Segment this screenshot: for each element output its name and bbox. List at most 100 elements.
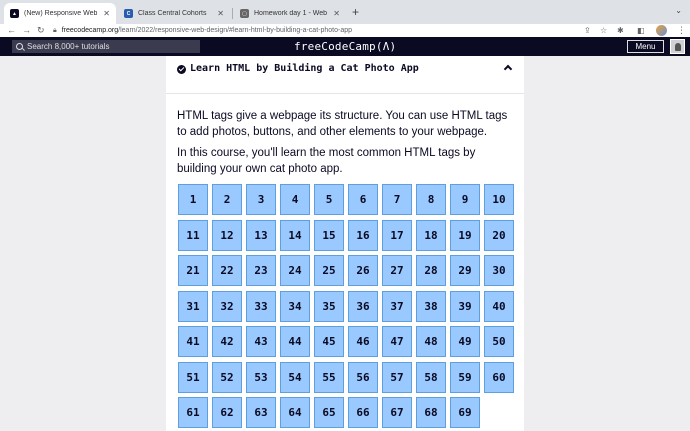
- step-18-button[interactable]: 18: [416, 219, 446, 251]
- step-42-button[interactable]: 42: [212, 326, 242, 357]
- step-17-button[interactable]: 17: [382, 219, 412, 251]
- fcc-logo[interactable]: freeCodeCamp(Ʌ): [294, 37, 396, 56]
- step-53-button[interactable]: 53: [246, 361, 276, 393]
- step-56-button[interactable]: 56: [348, 361, 378, 393]
- step-24-button[interactable]: 24: [280, 255, 310, 286]
- tab-close-icon[interactable]: ✕: [333, 9, 340, 18]
- step-19-button[interactable]: 19: [450, 219, 480, 251]
- step-34-button[interactable]: 34: [280, 290, 310, 322]
- browser-tab-class-central[interactable]: C Class Central Cohorts ✕: [118, 3, 230, 24]
- step-13-button[interactable]: 13: [246, 219, 276, 251]
- tab-search-chevron-icon[interactable]: ⌄: [675, 6, 682, 15]
- block-title: Learn HTML by Building a Cat Photo App: [190, 63, 419, 74]
- step-61-button[interactable]: 61: [178, 397, 208, 428]
- step-46-button[interactable]: 46: [348, 326, 378, 357]
- class-central-favicon-icon: C: [124, 9, 133, 18]
- step-16-button[interactable]: 16: [348, 219, 378, 251]
- step-51-button[interactable]: 51: [178, 361, 208, 393]
- step-50-button[interactable]: 50: [484, 326, 514, 357]
- step-31-button[interactable]: 31: [178, 290, 208, 322]
- tab-close-icon[interactable]: ✕: [217, 9, 224, 18]
- step-54-button[interactable]: 54: [280, 361, 310, 393]
- step-35-button[interactable]: 35: [314, 290, 344, 322]
- search-placeholder: Search 8,000+ tutorials: [27, 42, 110, 51]
- step-37-button[interactable]: 37: [382, 290, 412, 322]
- bookmark-star-icon[interactable]: ☆: [600, 24, 607, 37]
- share-icon[interactable]: ⇪: [584, 24, 591, 37]
- step-29-button[interactable]: 29: [450, 255, 480, 286]
- step-7-button[interactable]: 7: [382, 184, 412, 215]
- browser-tab-responsive-web-design[interactable]: ▲ (New) Responsive Web Design ✕: [4, 3, 116, 24]
- step-44-button[interactable]: 44: [280, 326, 310, 357]
- extensions-icon[interactable]: ✱: [617, 24, 624, 37]
- step-58-button[interactable]: 58: [416, 361, 446, 393]
- step-67-button[interactable]: 67: [382, 397, 412, 428]
- forward-arrow-icon[interactable]: →: [22, 24, 31, 37]
- step-48-button[interactable]: 48: [416, 326, 446, 357]
- step-12-button[interactable]: 12: [212, 219, 242, 251]
- page-content: Learn HTML by Building a Cat Photo App H…: [0, 56, 690, 431]
- tab-close-icon[interactable]: ✕: [103, 9, 110, 18]
- step-32-button[interactable]: 32: [212, 290, 242, 322]
- step-49-button[interactable]: 49: [450, 326, 480, 357]
- back-arrow-icon[interactable]: ←: [7, 24, 16, 37]
- step-33-button[interactable]: 33: [246, 290, 276, 322]
- step-11-button[interactable]: 11: [178, 219, 208, 251]
- step-23-button[interactable]: 23: [246, 255, 276, 286]
- step-65-button[interactable]: 65: [314, 397, 344, 428]
- step-21-button[interactable]: 21: [178, 255, 208, 286]
- step-4-button[interactable]: 4: [280, 184, 310, 215]
- step-62-button[interactable]: 62: [212, 397, 242, 428]
- block-header[interactable]: Learn HTML by Building a Cat Photo App: [166, 56, 524, 94]
- step-14-button[interactable]: 14: [280, 219, 310, 251]
- step-69-button[interactable]: 69: [450, 397, 480, 428]
- browser-tab-strip: ▲ (New) Responsive Web Design ✕ C Class …: [0, 0, 690, 24]
- step-57-button[interactable]: 57: [382, 361, 412, 393]
- user-avatar[interactable]: [670, 39, 685, 54]
- address-bar[interactable]: 🔒︎ freecodecamp.org/learn/2022/responsiv…: [53, 24, 352, 37]
- step-1-button[interactable]: 1: [178, 184, 208, 215]
- step-9-button[interactable]: 9: [450, 184, 480, 215]
- url-path: /learn/2022/responsive-web-design/#learn…: [118, 27, 353, 34]
- lock-icon: 🔒︎: [53, 26, 57, 34]
- step-25-button[interactable]: 25: [314, 255, 344, 286]
- step-8-button[interactable]: 8: [416, 184, 446, 215]
- step-28-button[interactable]: 28: [416, 255, 446, 286]
- step-45-button[interactable]: 45: [314, 326, 344, 357]
- step-66-button[interactable]: 66: [348, 397, 378, 428]
- step-6-button[interactable]: 6: [348, 184, 378, 215]
- menu-button[interactable]: Menu: [627, 40, 664, 53]
- chevron-up-icon[interactable]: [503, 64, 513, 74]
- step-10-button[interactable]: 10: [484, 184, 514, 215]
- step-40-button[interactable]: 40: [484, 290, 514, 322]
- step-2-button[interactable]: 2: [212, 184, 242, 215]
- step-36-button[interactable]: 36: [348, 290, 378, 322]
- step-15-button[interactable]: 15: [314, 219, 344, 251]
- step-55-button[interactable]: 55: [314, 361, 344, 393]
- step-43-button[interactable]: 43: [246, 326, 276, 357]
- new-tab-button[interactable]: +: [352, 5, 359, 19]
- more-options-icon[interactable]: ⋮: [677, 24, 686, 37]
- step-41-button[interactable]: 41: [178, 326, 208, 357]
- side-panel-icon[interactable]: ◧: [637, 24, 645, 37]
- step-52-button[interactable]: 52: [212, 361, 242, 393]
- step-47-button[interactable]: 47: [382, 326, 412, 357]
- step-5-button[interactable]: 5: [314, 184, 344, 215]
- step-60-button[interactable]: 60: [484, 361, 514, 393]
- search-input[interactable]: Search 8,000+ tutorials: [12, 40, 200, 53]
- step-27-button[interactable]: 27: [382, 255, 412, 286]
- step-64-button[interactable]: 64: [280, 397, 310, 428]
- step-30-button[interactable]: 30: [484, 255, 514, 286]
- browser-tab-homework[interactable]: ▢ Homework day 1 - Web Develo ✕: [234, 3, 346, 24]
- reload-icon[interactable]: ↻: [37, 24, 45, 37]
- step-22-button[interactable]: 22: [212, 255, 242, 286]
- step-20-button[interactable]: 20: [484, 219, 514, 251]
- profile-avatar-icon[interactable]: [656, 25, 667, 36]
- step-38-button[interactable]: 38: [416, 290, 446, 322]
- step-59-button[interactable]: 59: [450, 361, 480, 393]
- step-39-button[interactable]: 39: [450, 290, 480, 322]
- step-26-button[interactable]: 26: [348, 255, 378, 286]
- step-3-button[interactable]: 3: [246, 184, 276, 215]
- step-68-button[interactable]: 68: [416, 397, 446, 428]
- step-63-button[interactable]: 63: [246, 397, 276, 428]
